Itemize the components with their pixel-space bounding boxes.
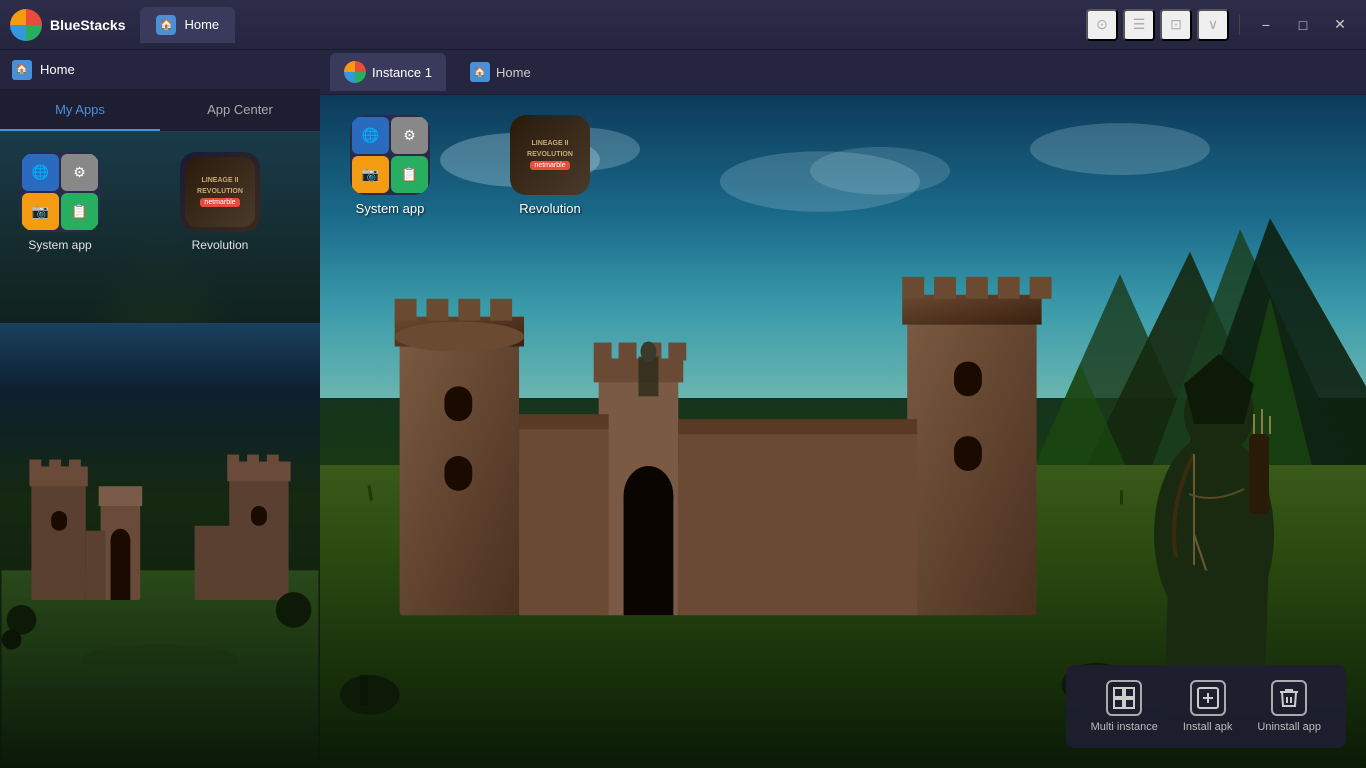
instance-home-label: Home [496,65,531,80]
menu-button[interactable]: ☰ [1123,9,1155,41]
main-title-bar: BlueStacks 🏠 Home ⊙ ☰ ⊡ ∨ − □ ✕ [0,0,1366,50]
scene-globe-icon: 🌐 [352,117,389,154]
instance-tab-label: Instance 1 [372,65,432,80]
scene-lineage-title2: REVOLUTION [527,151,573,159]
main-home-tab[interactable]: 🏠 Home [140,7,235,43]
right-panel: Instance 1 🏠 Home [320,50,1366,768]
nav-tabs: My Apps App Center [0,90,320,132]
system-app-item-left[interactable]: 🌐 ⚙ 📷 📋 System app [20,152,100,252]
title-bar-controls: ⊙ ☰ ⊡ ∨ − □ ✕ [1086,9,1356,41]
revolution-app-label: Revolution [192,238,249,252]
left-panel-titlebar: 🏠 Home [0,50,320,90]
revolution-app-item-left[interactable]: LINEAGE II REVOLUTION netmarble Revoluti… [180,152,260,252]
restore-button[interactable]: □ [1287,9,1319,41]
lineage-title-line2: REVOLUTION [197,188,243,196]
minimize-button[interactable]: − [1250,9,1282,41]
gear-sub-icon: ⚙ [61,154,98,191]
instance-home-icon: 🏠 [470,62,490,82]
main-home-tab-label: Home [184,17,219,32]
scene-files-icon: 📋 [391,156,428,193]
left-panel-home-icon: 🏠 [12,60,32,80]
uninstall-app-button[interactable]: Uninstall app [1247,675,1331,738]
multi-instance-icon [1106,680,1142,716]
system-app-scene-icon: 🌐 ⚙ 📷 📋 [350,115,430,195]
my-apps-tab[interactable]: My Apps [0,90,160,131]
instance-1-tab[interactable]: Instance 1 [330,53,446,91]
maximize-button[interactable]: ⊡ [1160,9,1192,41]
bluestacks-logo: BlueStacks [10,9,125,41]
system-app-icon: 🌐 ⚙ 📷 📋 [20,152,100,232]
bluestacks-logo-text: BlueStacks [50,17,125,33]
bluestacks-window: BlueStacks 🏠 Home ⊙ ☰ ⊡ ∨ − □ ✕ 🏠 Home [0,0,1366,768]
system-app-scene-label: System app [356,201,425,216]
main-content: 🏠 Home My Apps App Center [0,50,1366,768]
left-castle-svg [0,323,320,768]
app-center-tab[interactable]: App Center [160,90,320,131]
revolution-app-scene-label: Revolution [519,201,580,216]
lineage-title-line1: LINEAGE II [202,177,239,185]
lineage-scene-icon: LINEAGE II REVOLUTION netmarble [510,115,590,195]
left-castle-background [0,323,320,768]
install-apk-label: Install apk [1183,721,1233,733]
instance-logo [344,61,366,83]
profile-button[interactable]: ⊙ [1086,9,1118,41]
lineage-icon-inner: LINEAGE II REVOLUTION netmarble [185,157,255,227]
home-tab-icon: 🏠 [156,15,176,35]
install-apk-button[interactable]: Install apk [1173,675,1243,738]
left-panel: 🏠 Home My Apps App Center [0,50,320,768]
game-scene: 🌐 ⚙ 📷 📋 System app LINEAGE II REVOLUTION [320,95,1366,768]
bottom-toolbar: Multi instance Install apk [1066,665,1346,748]
scene-netmarble-badge: netmarble [530,161,569,170]
left-panel-title: Home [40,62,75,77]
main-castle-svg [320,129,1166,735]
uninstall-app-label: Uninstall app [1257,721,1321,733]
netmarble-badge: netmarble [200,198,239,207]
system-app-label: System app [28,238,91,252]
scene-gear-icon: ⚙ [391,117,428,154]
instance-home-tab[interactable]: 🏠 Home [456,54,545,90]
close-button[interactable]: ✕ [1324,9,1356,41]
bluestacks-logo-icon [10,9,42,41]
uninstall-app-icon [1271,680,1307,716]
chevron-button[interactable]: ∨ [1197,9,1229,41]
apps-row: 🌐 ⚙ 📷 📋 System app LINEAGE II REVOLU [20,152,300,252]
multi-instance-button[interactable]: Multi instance [1081,675,1168,738]
scene-lineage-title1: LINEAGE II [532,140,569,148]
main-castle-area [320,129,1166,735]
install-apk-icon [1190,680,1226,716]
revolution-app-scene[interactable]: LINEAGE II REVOLUTION netmarble Revoluti… [510,115,590,216]
globe-sub-icon: 🌐 [22,154,59,191]
instance-titlebar: Instance 1 🏠 Home [320,50,1366,95]
app-grid-area: 🌐 ⚙ 📷 📋 System app LINEAGE II REVOLU [0,132,320,768]
scene-camera-icon: 📷 [352,156,389,193]
files-sub-icon: 📋 [61,193,98,230]
camera-sub-icon: 📷 [22,193,59,230]
lineage-app-icon: LINEAGE II REVOLUTION netmarble [180,152,260,232]
multi-instance-label: Multi instance [1091,721,1158,733]
scene-apps-overlay: 🌐 ⚙ 📷 📋 System app LINEAGE II REVOLUTION [350,115,590,216]
system-app-scene[interactable]: 🌐 ⚙ 📷 📋 System app [350,115,430,216]
